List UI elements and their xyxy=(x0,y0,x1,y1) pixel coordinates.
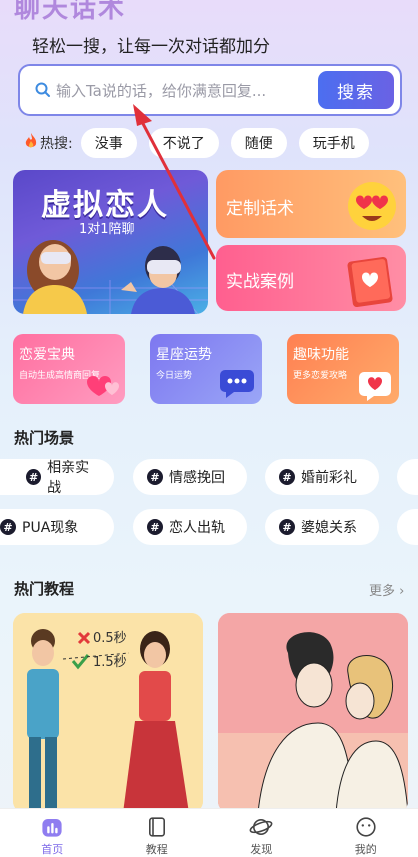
hot-search-row: 热搜: 没事 不说了 随便 玩手机 xyxy=(24,128,381,158)
home-chart-icon xyxy=(42,819,62,837)
scene-chip[interactable]: # 婚前彩礼 xyxy=(265,459,379,495)
hot-search-label: 热搜: xyxy=(40,136,73,152)
tab-discover[interactable]: 发现 xyxy=(221,809,301,857)
hot-tag[interactable]: 随便 xyxy=(230,128,287,158)
scene-label: 恋人出轨 xyxy=(169,520,225,536)
search-button[interactable]: 搜索 xyxy=(318,71,394,109)
heart-book-icon xyxy=(347,256,393,308)
fun-features-title: 趣味功能 xyxy=(293,347,349,363)
scene-label: 情感挽回 xyxy=(169,470,225,486)
custom-script-label: 定制话术 xyxy=(226,199,294,219)
hashtag-icon: # xyxy=(0,519,16,535)
search-input[interactable]: 输入Ta说的话，给你满意回复... xyxy=(56,80,318,101)
hashtag-icon: # xyxy=(26,469,42,485)
fun-features-card[interactable]: 趣味功能 更多恋爱攻略 xyxy=(287,334,399,404)
slogan: 轻松一搜，让每一次对话都加分 xyxy=(32,37,270,57)
search-bar[interactable]: 输入Ta说的话，给你满意回复... 搜索 xyxy=(18,64,402,116)
heart-message-icon xyxy=(359,372,391,401)
love-guide-title: 恋爱宝典 xyxy=(19,347,75,363)
hot-tag[interactable]: 不说了 xyxy=(148,128,219,158)
fast-time-label: 0.5秒 xyxy=(93,631,127,646)
fire-icon xyxy=(24,132,38,154)
tab-profile[interactable]: 我的 xyxy=(326,809,406,857)
chat-bubble-icon xyxy=(220,370,254,398)
custom-script-card[interactable]: 定制话术 xyxy=(216,170,406,238)
hot-tag[interactable]: 玩手机 xyxy=(298,128,369,158)
slow-time-label: 1.5秒 xyxy=(93,655,127,670)
heart-eyes-emoji-icon xyxy=(348,182,396,230)
tutorial-card[interactable]: 0.5秒 1.5秒 xyxy=(13,613,203,813)
tab-label: 教程 xyxy=(145,843,168,856)
scene-chip-partial[interactable] xyxy=(397,509,418,545)
more-label: 更多 xyxy=(369,584,396,599)
search-icon xyxy=(32,79,54,101)
scene-label: 相亲实战 xyxy=(47,460,90,496)
smiley-face-icon xyxy=(356,817,376,837)
tab-label: 首页 xyxy=(41,843,64,856)
tab-label: 我的 xyxy=(354,843,377,856)
scene-chip[interactable]: # 相亲实战 xyxy=(0,459,114,496)
planet-icon xyxy=(249,819,273,835)
real-case-label: 实战案例 xyxy=(226,272,294,292)
tab-home[interactable]: 首页 xyxy=(12,809,92,857)
hashtag-icon: # xyxy=(279,519,295,535)
scene-chip[interactable]: # PUA现象 xyxy=(0,509,114,545)
hot-tutorials-title: 热门教程 xyxy=(14,580,75,598)
chevron-right-icon: › xyxy=(399,584,405,599)
horoscope-subtitle: 今日运势 xyxy=(156,371,193,381)
scene-chip[interactable]: # 情感挽回 xyxy=(133,459,247,495)
love-guide-card[interactable]: 恋爱宝典 自动生成高情商回复 xyxy=(13,334,125,404)
hashtag-icon: # xyxy=(147,519,163,535)
scene-label: 婚前彩礼 xyxy=(301,470,357,486)
scene-label: 婆媳关系 xyxy=(301,520,357,536)
scene-chip[interactable]: # 婆媳关系 xyxy=(265,509,379,545)
hot-tag[interactable]: 没事 xyxy=(80,128,137,158)
vr-couple-illustration xyxy=(13,240,208,314)
bottom-tab-bar: 首页 教程 发现 我的 xyxy=(0,808,418,857)
hot-scenes-title: 热门场景 xyxy=(14,429,75,447)
couple-kiss-illustration xyxy=(218,613,408,813)
hashtag-icon: # xyxy=(147,469,163,485)
tab-label: 发现 xyxy=(250,843,273,856)
tab-tutorial[interactable]: 教程 xyxy=(117,809,197,857)
scene-label: PUA现象 xyxy=(22,520,79,536)
book-icon xyxy=(148,817,165,837)
horoscope-title: 星座运势 xyxy=(156,347,212,363)
horoscope-card[interactable]: 星座运势 今日运势 xyxy=(150,334,262,404)
real-case-card[interactable]: 实战案例 xyxy=(216,245,406,311)
virtual-lover-banner[interactable]: 虚拟恋人 1对1陪聊 xyxy=(13,170,208,314)
scene-chip-partial[interactable] xyxy=(397,459,418,495)
scene-chip[interactable]: # 恋人出轨 xyxy=(133,509,247,545)
fun-features-subtitle: 更多恋爱攻略 xyxy=(293,371,348,381)
hearts-icon xyxy=(87,376,119,396)
hashtag-icon: # xyxy=(279,469,295,485)
more-link[interactable]: 更多 › xyxy=(369,580,404,599)
tutorial-card[interactable] xyxy=(218,613,408,813)
app-title: 聊天话术 xyxy=(14,0,127,24)
